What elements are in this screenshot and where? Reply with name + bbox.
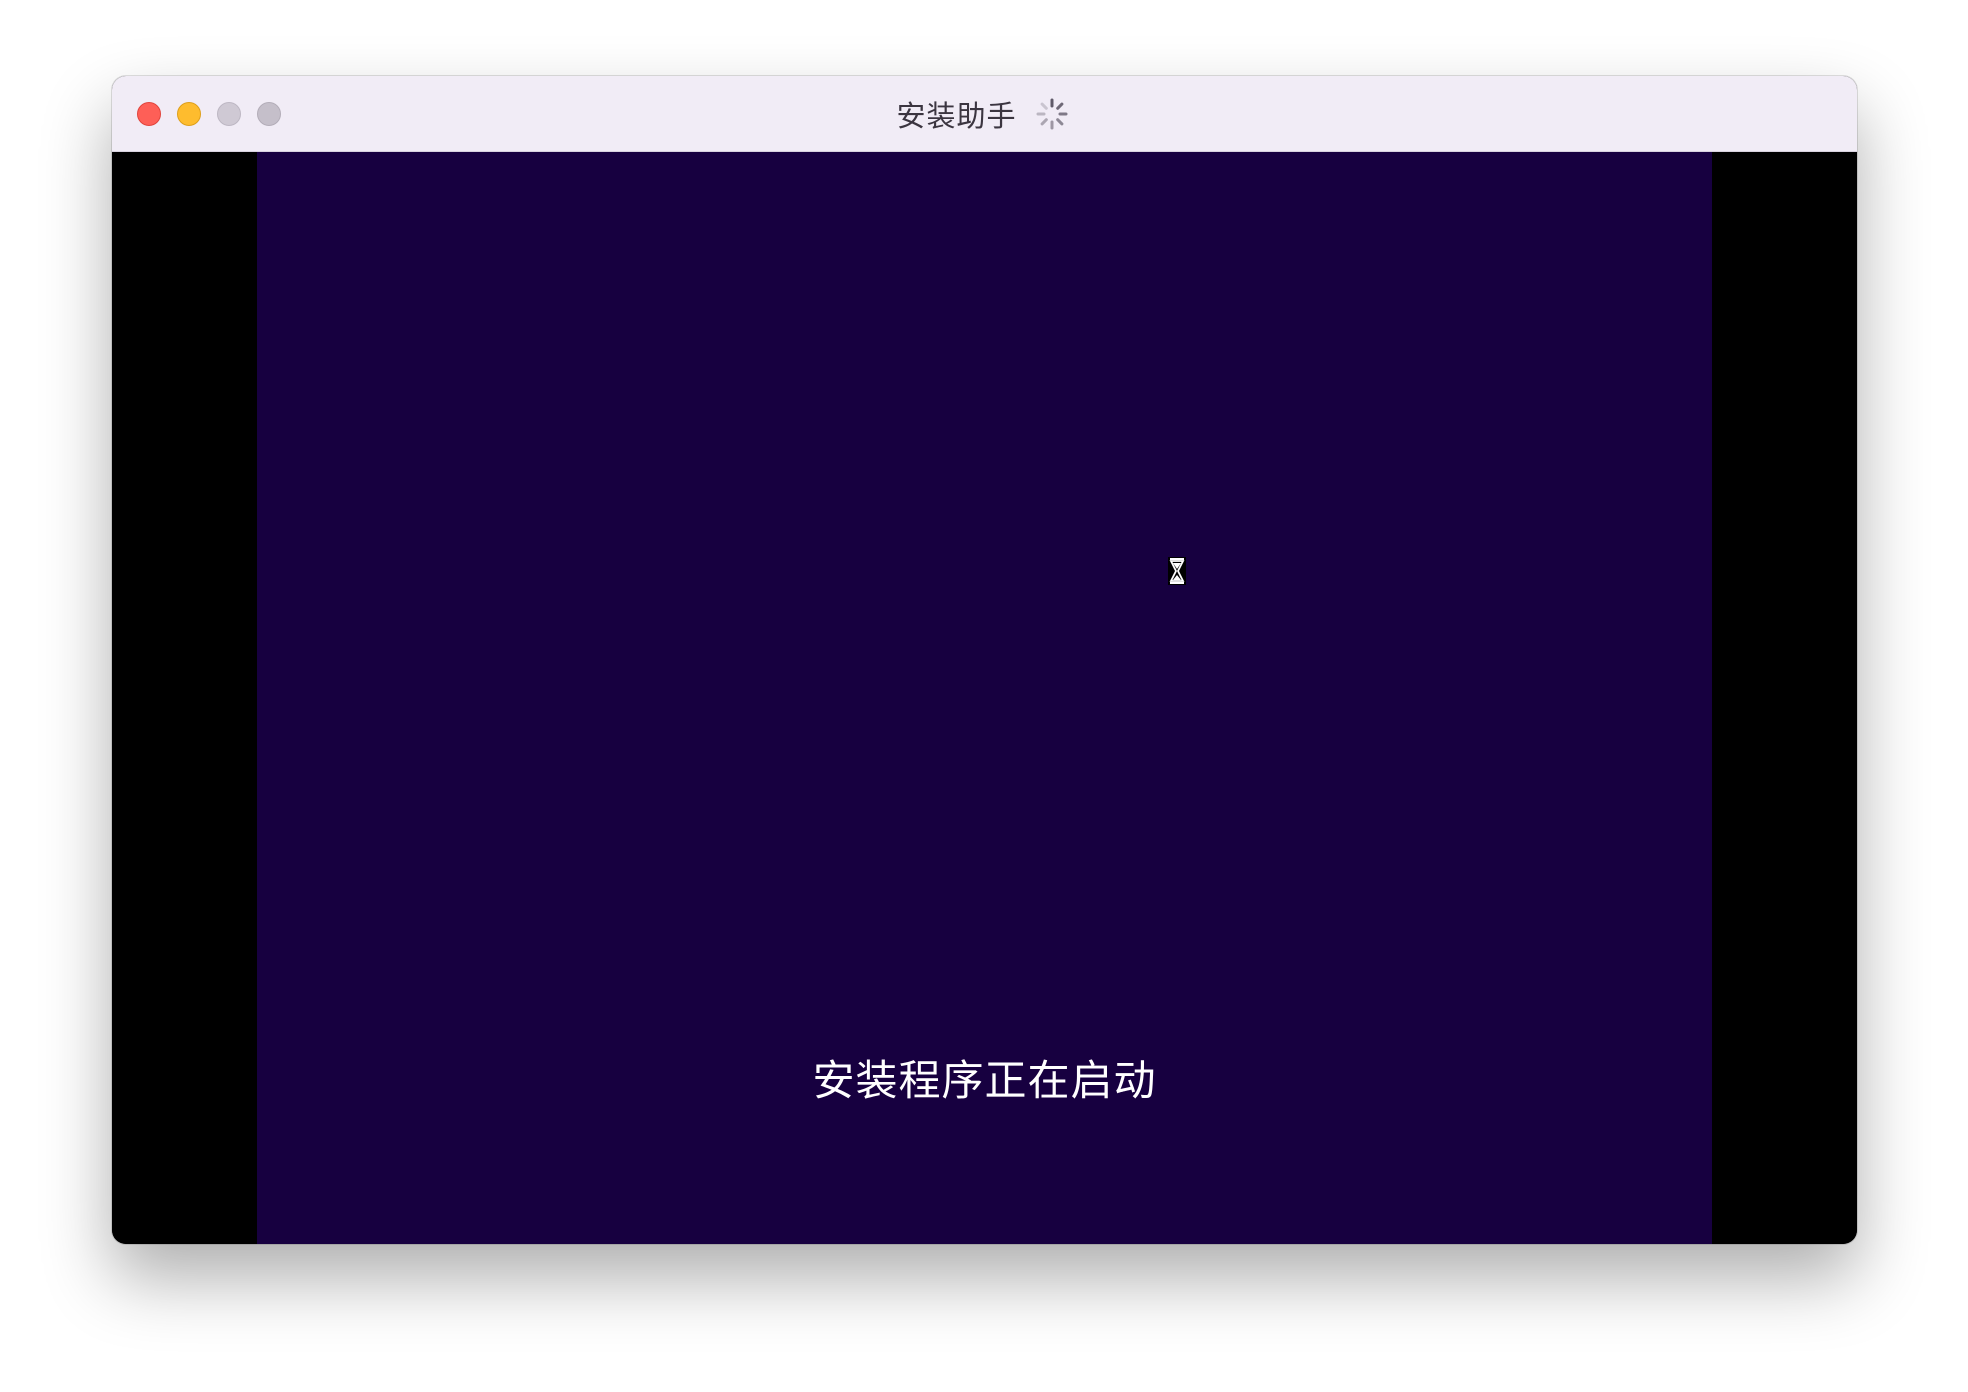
- installer-window: 安装助手 安装程序正在启动: [112, 76, 1857, 1244]
- window-titlebar[interactable]: 安装助手: [112, 76, 1857, 152]
- window-title: 安装助手: [896, 99, 1017, 133]
- setup-status-text: 安装程序正在启动: [812, 1056, 1157, 1105]
- installer-boot-screen[interactable]: 安装程序正在启动: [257, 152, 1712, 1244]
- spinner-icon: [1036, 98, 1067, 130]
- vm-display-area[interactable]: 安装程序正在启动: [112, 152, 1857, 1244]
- title-area: 安装助手: [112, 76, 1857, 152]
- desktop-stage: 安装助手 安装程序正在启动: [0, 0, 1968, 1392]
- hourglass-icon: [1168, 557, 1186, 585]
